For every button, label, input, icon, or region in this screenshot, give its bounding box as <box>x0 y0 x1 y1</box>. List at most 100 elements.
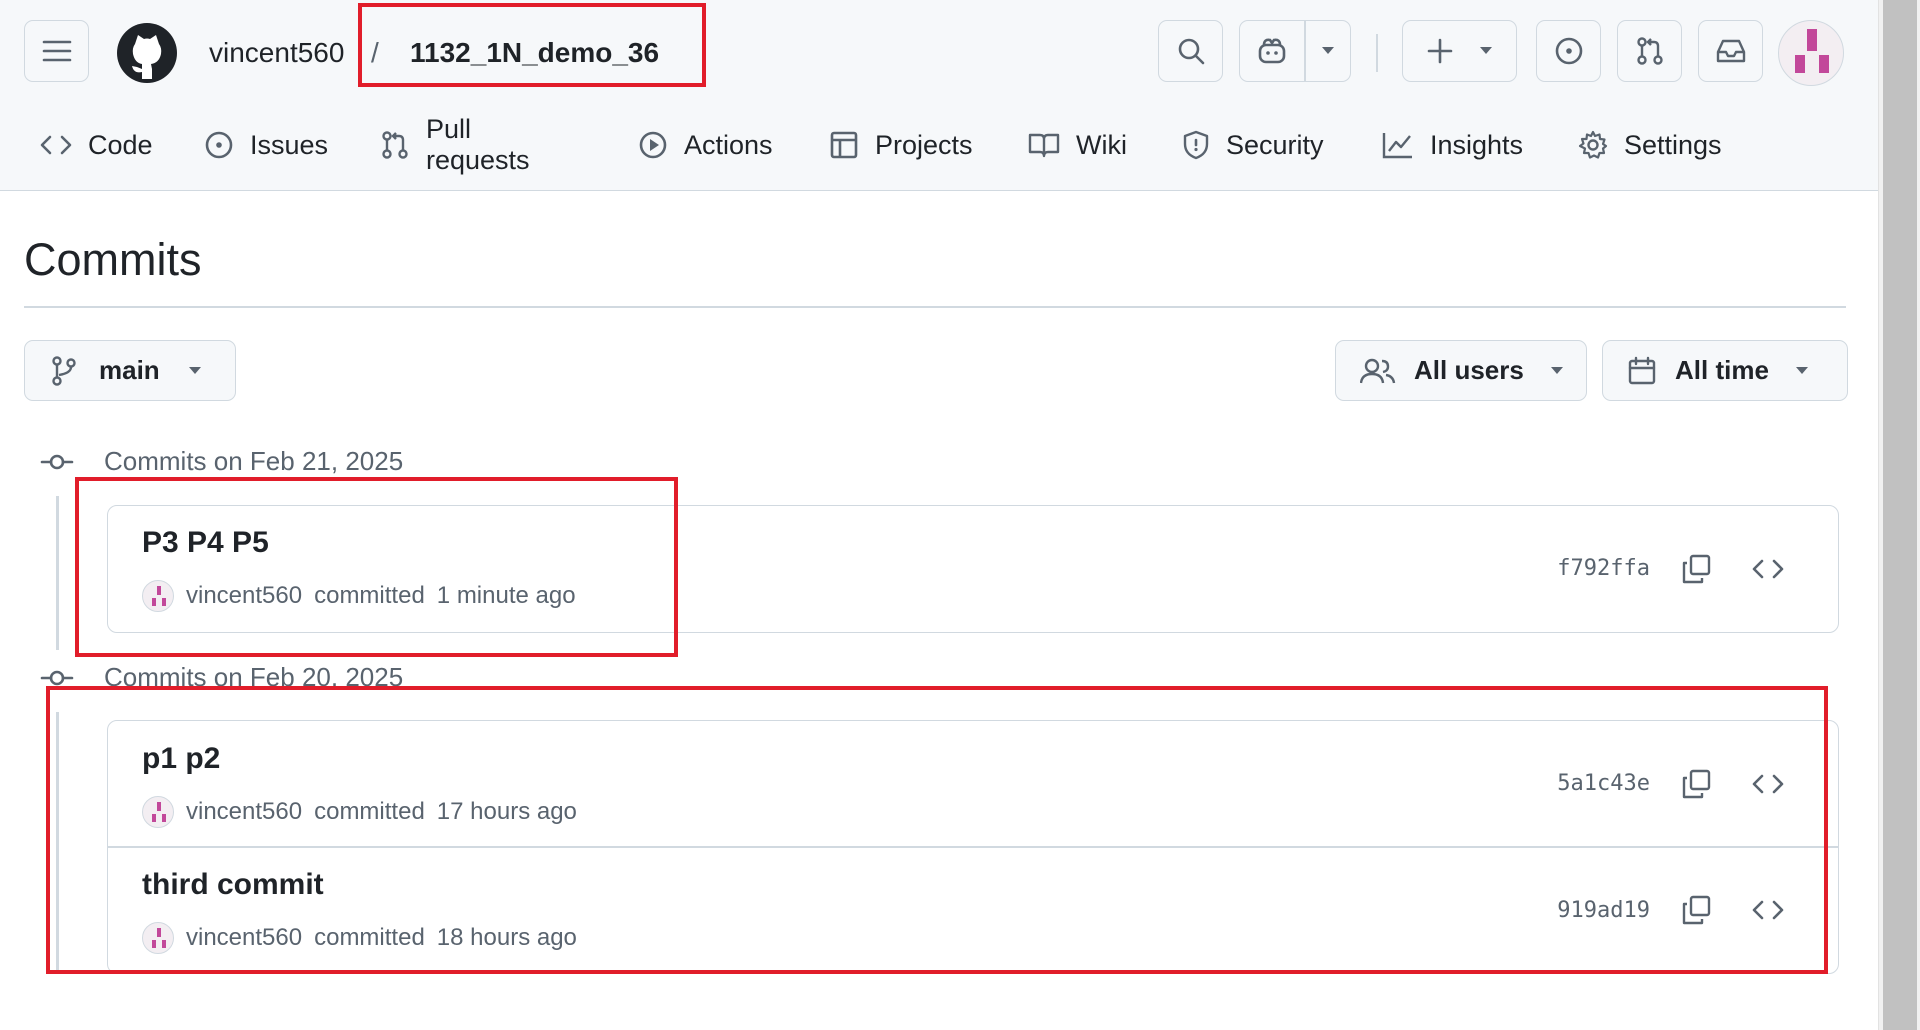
code-icon <box>1752 774 1784 794</box>
tab-label: Settings <box>1624 129 1722 160</box>
tab-security[interactable]: Security <box>1182 120 1324 170</box>
pull-request-icon <box>1636 37 1663 65</box>
branch-selector[interactable]: main <box>24 340 236 401</box>
commit-action: committed <box>314 798 425 825</box>
author-avatar[interactable] <box>142 922 174 954</box>
table-icon <box>830 131 858 159</box>
commit-row[interactable]: third commit vincent560 committed 18 hou… <box>108 848 1838 973</box>
chevron-down-icon <box>1479 47 1492 54</box>
people-icon <box>1360 358 1396 383</box>
copilot-button-group <box>1239 20 1351 82</box>
branch-label: main <box>99 355 160 385</box>
gear-icon <box>1578 130 1608 159</box>
copy-sha-button[interactable] <box>1676 549 1716 589</box>
hamburger-icon <box>42 40 71 62</box>
search-button[interactable] <box>1158 20 1223 82</box>
tab-insights[interactable]: Insights <box>1382 120 1523 170</box>
commit-list: p1 p2 vincent560 committed 17 hours ago … <box>107 720 1839 974</box>
pull-request-icon <box>382 131 408 159</box>
issues-button[interactable] <box>1536 20 1601 82</box>
github-logo-icon[interactable] <box>116 22 178 84</box>
commit-author-link[interactable]: vincent560 <box>186 798 302 826</box>
browse-repo-button[interactable] <box>1748 764 1788 804</box>
commit-author-link[interactable]: vincent560 <box>186 924 302 952</box>
user-avatar[interactable] <box>1778 20 1844 86</box>
tab-label: Actions <box>684 129 773 160</box>
tab-label: Issues <box>250 129 329 160</box>
commit-time: 18 hours ago <box>436 924 577 951</box>
commit-author-link[interactable]: vincent560 <box>186 582 302 610</box>
commit-action: committed <box>314 582 425 609</box>
tab-code[interactable]: Code <box>40 120 153 170</box>
tab-label: Wiki <box>1076 129 1127 160</box>
browse-repo-button[interactable] <box>1748 890 1788 930</box>
author-avatar[interactable] <box>142 796 174 828</box>
commit-sha-link[interactable]: f792ffa <box>1557 556 1650 581</box>
scrollbar-thumb[interactable] <box>1883 0 1917 1030</box>
issue-opened-icon <box>1555 37 1582 65</box>
create-new-button[interactable] <box>1402 20 1517 82</box>
tab-settings[interactable]: Settings <box>1578 120 1722 170</box>
commit-row[interactable]: p1 p2 vincent560 committed 17 hours ago … <box>108 721 1838 846</box>
chevron-down-icon <box>1795 366 1808 374</box>
copy-sha-button[interactable] <box>1676 764 1716 804</box>
issue-opened-icon <box>205 131 233 159</box>
tab-label: Insights <box>1430 129 1524 160</box>
pull-requests-button[interactable] <box>1617 20 1682 82</box>
commit-sha-link[interactable]: 5a1c43e <box>1557 771 1650 796</box>
commit-meta: vincent560 committed 17 hours ago <box>142 796 577 828</box>
book-icon <box>1028 133 1060 158</box>
calendar-icon <box>1628 356 1656 384</box>
tab-projects[interactable]: Projects <box>829 120 973 170</box>
code-icon <box>40 135 72 155</box>
copilot-icon <box>1258 38 1286 63</box>
page-title: Commits <box>24 234 202 285</box>
tab-issues[interactable]: Issues <box>204 120 328 170</box>
browse-repo-button[interactable] <box>1748 549 1788 589</box>
menu-button[interactable] <box>24 20 89 82</box>
code-icon <box>1752 900 1784 920</box>
timeline-line <box>56 712 59 974</box>
copy-sha-button[interactable] <box>1676 890 1716 930</box>
path-separator: / <box>371 37 379 68</box>
copy-icon <box>1682 895 1711 925</box>
page-scrollbar[interactable] <box>1878 0 1920 1030</box>
repo-owner-link[interactable]: vincent560 <box>209 33 344 73</box>
commit-message-link[interactable]: P3 P4 P5 <box>142 526 269 560</box>
copy-icon <box>1682 554 1711 584</box>
commit-time: 17 hours ago <box>436 798 577 825</box>
commit-list: P3 P4 P5 vincent560 committed 1 minute a… <box>107 505 1839 633</box>
users-filter-label: All users <box>1414 355 1524 385</box>
title-divider <box>24 306 1846 308</box>
play-icon <box>639 131 667 159</box>
author-avatar[interactable] <box>142 580 174 612</box>
copy-icon <box>1682 769 1711 799</box>
header-divider <box>1376 34 1378 72</box>
commit-message-link[interactable]: p1 p2 <box>142 742 220 776</box>
tab-pull-requests[interactable]: Pull requests <box>380 114 530 175</box>
timeline-line <box>56 496 59 650</box>
tab-label: Pull requests <box>426 114 530 175</box>
commit-group-date: Commits on Feb 21, 2025 <box>104 446 404 476</box>
time-filter[interactable]: All time <box>1602 340 1848 401</box>
git-branch-icon <box>52 355 76 386</box>
commit-time: 1 minute ago <box>436 582 576 609</box>
users-filter[interactable]: All users <box>1335 340 1587 401</box>
copilot-menu-button[interactable] <box>1306 21 1350 80</box>
chevron-down-icon <box>1322 46 1334 54</box>
inbox-button[interactable] <box>1698 20 1763 82</box>
tab-actions[interactable]: Actions <box>638 120 773 170</box>
copilot-button[interactable] <box>1240 21 1304 80</box>
tab-wiki[interactable]: Wiki <box>1028 120 1127 170</box>
shield-icon <box>1183 130 1209 160</box>
git-commit-icon <box>40 670 74 685</box>
commit-meta: vincent560 committed 1 minute ago <box>142 580 576 612</box>
tab-label: Code <box>88 129 153 160</box>
repo-name-link[interactable]: 1132_1N_demo_36 <box>410 33 659 73</box>
commit-row[interactable]: P3 P4 P5 vincent560 committed 1 minute a… <box>108 506 1838 632</box>
commit-sha-link[interactable]: 919ad19 <box>1557 898 1650 923</box>
time-filter-label: All time <box>1675 355 1769 385</box>
commit-message-link[interactable]: third commit <box>142 868 324 902</box>
plus-icon <box>1427 38 1452 64</box>
commit-group-heading: Commits on Feb 20, 2025 <box>40 662 403 693</box>
